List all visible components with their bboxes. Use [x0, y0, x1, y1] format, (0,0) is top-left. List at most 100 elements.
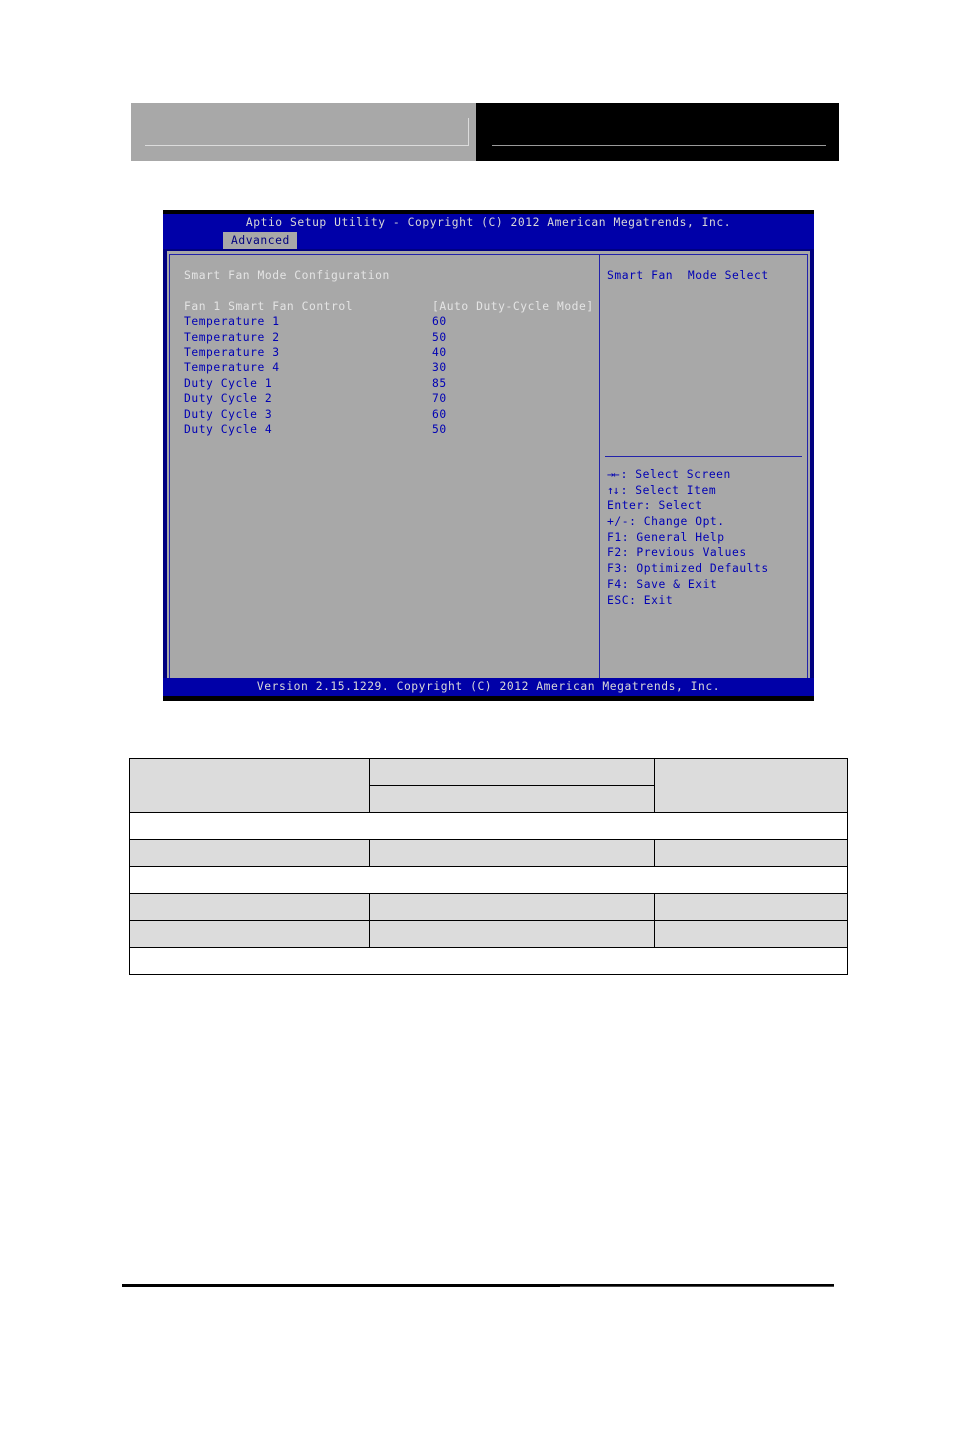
table-row [129, 839, 848, 867]
key-name: F2 [607, 546, 622, 560]
key-name: +/- [607, 515, 630, 529]
key-action: : Select Screen [620, 468, 731, 481]
setting-value[interactable]: 30 [432, 360, 447, 375]
header-right-block [476, 103, 839, 161]
setting-row[interactable]: Temperature 3 40 [184, 345, 599, 360]
table-row [129, 920, 848, 948]
spec-table-body [129, 758, 848, 975]
setting-row[interactable]: Duty Cycle 4 50 [184, 422, 599, 437]
table-cell [369, 893, 655, 921]
arrow-keys-icon: →← [607, 468, 620, 481]
key-name: F4 [607, 577, 622, 591]
table-cell [129, 920, 370, 948]
setting-value[interactable]: 60 [432, 314, 447, 329]
table-row [129, 758, 848, 813]
table-cell [654, 839, 848, 867]
key-action: : General Help [621, 530, 725, 544]
bios-panel-frame: Smart Fan Mode Configuration Fan 1 Smart… [169, 254, 808, 680]
key-action: : Select [643, 499, 703, 513]
bios-settings-pane: Smart Fan Mode Configuration Fan 1 Smart… [170, 255, 599, 679]
table-cell [369, 758, 655, 786]
setting-label: Duty Cycle 4 [184, 422, 273, 436]
help-separator [605, 456, 802, 457]
key-action: : Save & Exit [621, 577, 718, 591]
page-bottom-rule-thin [560, 1286, 834, 1287]
setting-row[interactable]: Duty Cycle 3 60 [184, 407, 599, 422]
key-legend-item: ↑↓: Select Item [607, 483, 803, 499]
setting-value[interactable]: 70 [432, 391, 447, 406]
key-name: Enter [607, 499, 644, 513]
setting-row[interactable]: Duty Cycle 1 85 [184, 376, 599, 391]
bios-help-pane: Smart Fan Mode Select →←: Select Screen ↑… [600, 255, 807, 679]
bios-bottom-edge [163, 696, 814, 701]
setting-row[interactable]: Temperature 4 30 [184, 360, 599, 375]
table-cell [654, 893, 848, 921]
table-cell [129, 812, 848, 840]
setting-label: Temperature 1 [184, 315, 280, 329]
table-cell [654, 920, 848, 948]
key-name: ESC [607, 593, 630, 607]
bios-body: Smart Fan Mode Configuration Fan 1 Smart… [167, 251, 810, 683]
key-action: : Optimized Defaults [621, 562, 769, 576]
setting-value[interactable]: 50 [432, 330, 447, 345]
setting-row[interactable]: Fan 1 Smart Fan Control [Auto Duty-Cycle … [184, 299, 599, 314]
setting-value[interactable]: 60 [432, 407, 447, 422]
page-header-banner [131, 103, 839, 161]
table-cell [369, 785, 655, 813]
setting-label: Temperature 4 [184, 361, 280, 375]
bios-menu-bar: Advanced [163, 232, 814, 249]
table-cell [129, 893, 370, 921]
setting-value[interactable]: 85 [432, 376, 447, 391]
settings-list: Fan 1 Smart Fan Control [Auto Duty-Cycle … [184, 299, 599, 438]
bios-title-bar: Aptio Setup Utility - Copyright (C) 2012… [163, 214, 814, 232]
key-legend-item: F4: Save & Exit [607, 577, 803, 593]
key-legend-item: ESC: Exit [607, 593, 803, 609]
table-row [129, 866, 848, 894]
spec-table [129, 758, 848, 975]
header-left-block [131, 103, 476, 161]
header-right-rule [492, 145, 826, 146]
key-action: : Exit [629, 593, 674, 607]
arrow-keys-icon: ↑↓ [607, 483, 620, 497]
tab-advanced[interactable]: Advanced [223, 232, 297, 249]
key-action: : Previous Values [621, 546, 747, 560]
bios-footer-version: Version 2.15.1229. Copyright (C) 2012 Am… [163, 678, 814, 696]
key-legend-item: F1: General Help [607, 530, 803, 546]
table-cell [129, 758, 370, 813]
key-action: : Select Item [620, 483, 717, 497]
setting-value[interactable]: 50 [432, 422, 447, 437]
key-name: F3 [607, 562, 622, 576]
setting-label: Duty Cycle 1 [184, 376, 273, 390]
header-left-rule [145, 145, 469, 146]
table-cell [129, 866, 848, 894]
table-cell [654, 758, 848, 813]
header-left-vertical-rule [468, 118, 469, 146]
key-legend-item: +/-: Change Opt. [607, 514, 803, 530]
table-row [129, 947, 848, 975]
setting-label: Fan 1 Smart Fan Control [184, 299, 354, 313]
bios-setup-window: Aptio Setup Utility - Copyright (C) 2012… [163, 210, 814, 701]
table-row [129, 893, 848, 921]
table-cell [129, 947, 848, 975]
table-row [129, 812, 848, 840]
key-name: F1 [607, 530, 622, 544]
table-cell [129, 839, 370, 867]
setting-label: Temperature 2 [184, 330, 280, 344]
setting-label: Duty Cycle 2 [184, 392, 273, 406]
table-cell [369, 920, 655, 948]
setting-value[interactable]: 40 [432, 345, 447, 360]
key-legend: →←: Select Screen ↑↓: Select Item Enter: S… [607, 467, 803, 608]
setting-value[interactable]: [Auto Duty-Cycle Mode] [432, 299, 594, 314]
setting-row[interactable]: Temperature 2 50 [184, 330, 599, 345]
setting-label: Duty Cycle 3 [184, 407, 273, 421]
setting-row[interactable]: Duty Cycle 2 70 [184, 391, 599, 406]
key-action: : Change Opt. [629, 515, 725, 529]
section-title: Smart Fan Mode Configuration [184, 269, 390, 282]
setting-row[interactable]: Temperature 1 60 [184, 314, 599, 329]
key-legend-item: F3: Optimized Defaults [607, 561, 803, 577]
help-text: Smart Fan Mode Select [607, 269, 769, 282]
key-legend-item: F2: Previous Values [607, 545, 803, 561]
key-legend-item: Enter: Select [607, 498, 803, 514]
setting-label: Temperature 3 [184, 345, 280, 359]
key-legend-item: →←: Select Screen [607, 467, 803, 483]
